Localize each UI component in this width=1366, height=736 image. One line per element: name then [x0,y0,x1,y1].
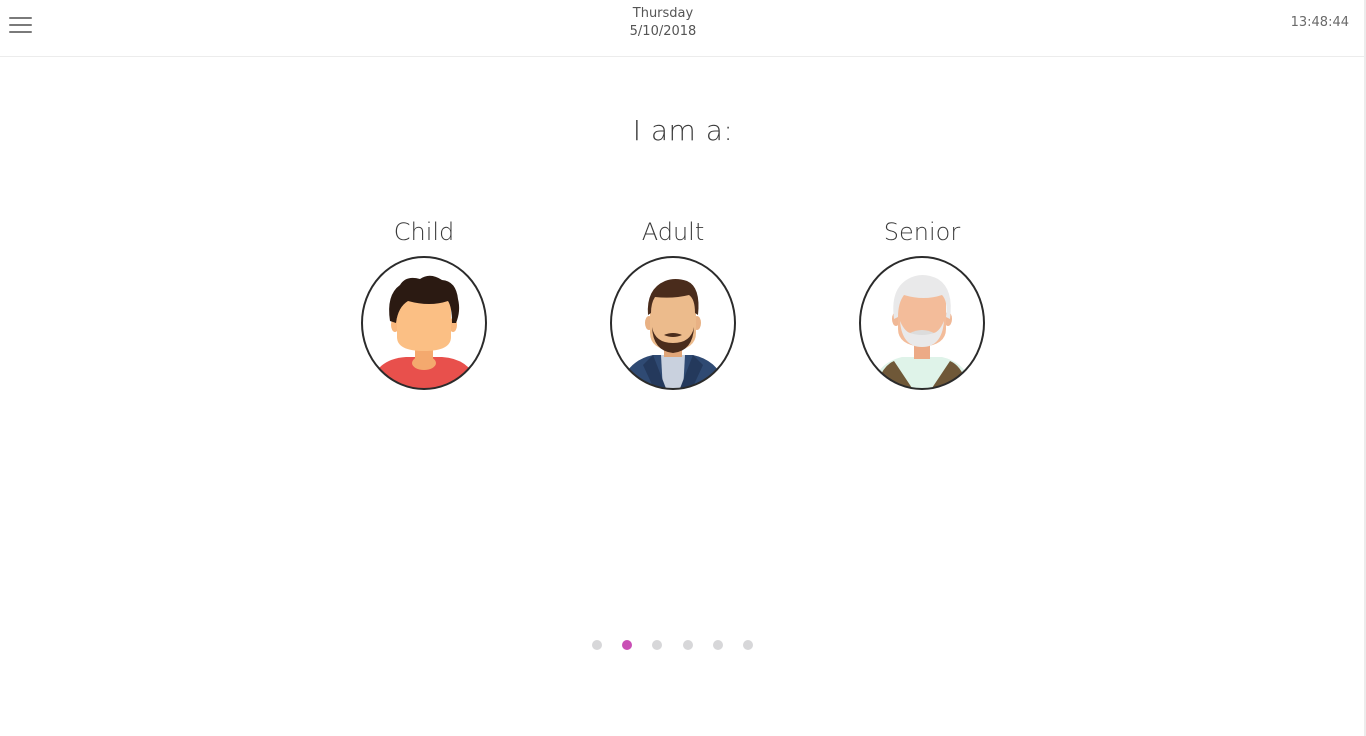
top-bar: Thursday 5/10/2018 13:48:44 [0,0,1366,57]
pager-dot-6[interactable] [743,640,753,650]
option-adult-label: Adult [641,218,705,246]
date-display: Thursday 5/10/2018 [583,5,743,41]
pager-dot-5[interactable] [712,640,723,650]
adult-avatar-icon [610,256,736,390]
option-senior-label: Senior [883,218,961,246]
hamburger-menu-icon[interactable] [9,15,33,35]
option-child-label: Child [393,218,455,246]
date-label: 5/10/2018 [629,24,697,39]
option-adult[interactable]: Adult [593,214,753,391]
option-senior[interactable]: Senior [842,214,1002,391]
senior-avatar-icon [859,256,985,390]
clock-time: 13:48:44 [1290,15,1349,30]
page-title: I am a: [632,114,734,147]
pager-dot-3[interactable] [652,640,663,650]
day-label: Thursday [632,6,694,21]
pager-dot-2[interactable] [622,640,633,650]
option-child[interactable]: Child [344,214,504,391]
pager-dot-4[interactable] [682,640,693,650]
page-indicator [590,640,760,652]
child-avatar-icon [361,256,487,390]
pager-dot-1[interactable] [592,640,602,650]
